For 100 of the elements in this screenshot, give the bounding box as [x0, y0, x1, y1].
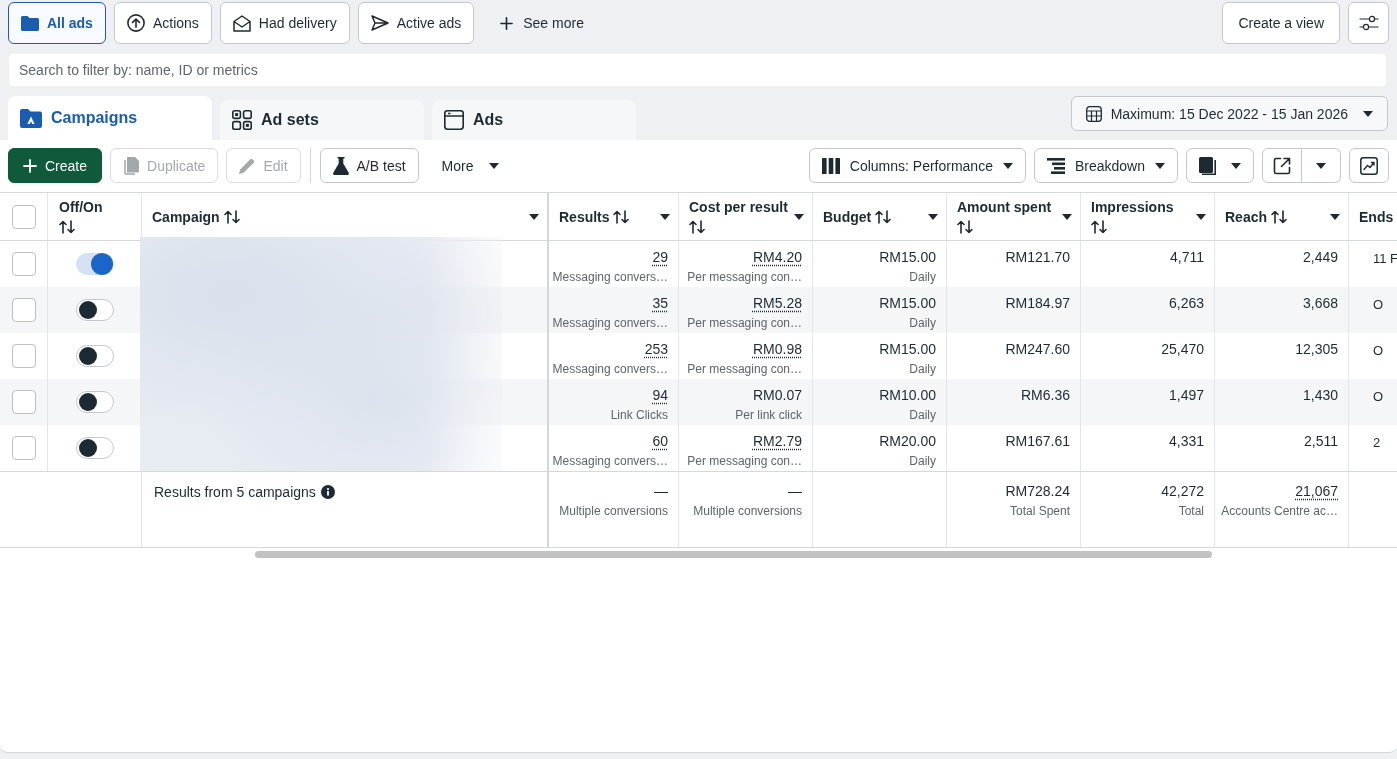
column-header[interactable]: Amount spent: [947, 193, 1081, 241]
see-more-button[interactable]: See more: [494, 2, 590, 44]
cell-caption: Total Spent: [1009, 503, 1070, 519]
cell-value: RM10.00: [879, 386, 936, 404]
tab[interactable]: Ad sets: [220, 100, 424, 140]
breakdown-button[interactable]: Breakdown: [1033, 148, 1178, 183]
search-field[interactable]: Search to filter by: name, ID or metrics: [9, 54, 1386, 86]
filter-button[interactable]: Active ads: [357, 2, 475, 44]
checkbox[interactable]: [11, 252, 36, 276]
cell-value: RM728.24: [1005, 482, 1070, 500]
cell-value: 4,711: [1170, 248, 1204, 266]
paper-plane-icon: [370, 15, 389, 31]
toggle-switch[interactable]: [75, 299, 114, 321]
toggle-switch[interactable]: [75, 391, 114, 413]
cell-value: 29: [652, 248, 668, 266]
sliders-icon: [1358, 15, 1379, 31]
checkbox[interactable]: [11, 344, 36, 368]
cell-caption: Daily: [909, 361, 936, 377]
caret-icon: [1002, 162, 1013, 169]
plus-icon: [500, 16, 514, 30]
caret-icon: [1196, 213, 1206, 220]
cell-caption: Messaging convers…: [552, 361, 668, 377]
filter-button[interactable]: Actions: [113, 2, 212, 44]
copy-icon: [123, 156, 140, 175]
caret-icon: [794, 213, 804, 220]
checkbox[interactable]: [11, 390, 36, 414]
pencil-icon: [239, 157, 256, 174]
column-header[interactable]: Results: [549, 193, 679, 241]
cell-value: 35: [652, 294, 668, 312]
cell-caption: Daily: [909, 269, 936, 285]
tab[interactable]: Campaigns: [8, 96, 212, 140]
cell-value: 42,272: [1161, 482, 1204, 500]
cell-value: RM20.00: [879, 432, 936, 450]
column-header[interactable]: Cost per result: [679, 193, 813, 241]
cell-text: O: [1373, 343, 1384, 358]
column-header[interactable]: Reach: [1215, 193, 1349, 241]
cell-value: —: [654, 482, 668, 500]
columns-button[interactable]: Columns: Performance: [808, 148, 1026, 183]
sort-icon: [957, 219, 973, 234]
ab-test-button[interactable]: A/B test: [319, 148, 419, 183]
caret-icon: [928, 213, 938, 220]
sort-icon: [613, 209, 630, 224]
cell-value: RM167.61: [1005, 432, 1070, 450]
caret-icon: [1155, 162, 1165, 169]
sort-icon: [1270, 209, 1287, 224]
cell-text: 11 F: [1373, 251, 1397, 266]
cell-caption: Total: [1178, 503, 1204, 519]
column-header[interactable]: Off/On: [48, 193, 142, 241]
flask-icon: [332, 156, 349, 175]
cell-text: 2: [1373, 435, 1381, 450]
sort-icon: [875, 209, 892, 224]
caret-icon: [1231, 162, 1241, 169]
cell-caption: Link Clicks: [610, 407, 668, 423]
info-icon: [320, 485, 335, 499]
export-button[interactable]: [1262, 148, 1302, 183]
caret-icon: [529, 213, 539, 220]
toggle-switch[interactable]: [75, 253, 114, 275]
cell-value: 2,449: [1302, 248, 1338, 266]
filter-button[interactable]: All ads: [8, 2, 106, 44]
create-button[interactable]: Create: [8, 148, 103, 183]
checkbox[interactable]: [11, 436, 36, 460]
column-header[interactable]: Impressions: [1081, 193, 1215, 241]
caret-icon: [660, 213, 670, 220]
chart-button[interactable]: [1349, 148, 1389, 183]
cell-value: RM15.00: [879, 248, 936, 266]
cell-caption: Per messaging con…: [687, 315, 802, 331]
sort-icon: [223, 209, 240, 224]
caret-icon: [489, 162, 500, 169]
cell-value: RM184.97: [1005, 294, 1070, 312]
cell-value: 4,331: [1168, 432, 1204, 450]
cell-value: 12,305: [1295, 340, 1338, 358]
filter-button[interactable]: Had delivery: [219, 2, 350, 44]
cell-caption: Multiple conversions: [693, 503, 802, 519]
sort-icon: [59, 219, 75, 234]
export-menu-button[interactable]: [1302, 148, 1341, 183]
date-range-button[interactable]: Maximum: 15 Dec 2022 - 15 Jan 2026: [1070, 96, 1388, 131]
plus-icon: [23, 158, 37, 173]
cell-caption: Messaging convers…: [552, 315, 668, 331]
column-header[interactable]: Budget: [813, 193, 947, 241]
tab[interactable]: Ads: [432, 100, 636, 140]
caret-icon: [1330, 213, 1340, 220]
arrow-up-circle-icon: [126, 14, 145, 32]
toggle-switch[interactable]: [75, 437, 114, 459]
settings-button[interactable]: [1348, 2, 1389, 44]
checkbox[interactable]: [11, 204, 36, 229]
calendar-icon: [1085, 105, 1102, 122]
cell-value: 60: [652, 432, 668, 450]
line-chart-icon: [1360, 156, 1378, 175]
create-view-button[interactable]: Create a view: [1222, 2, 1340, 44]
cell-value: 3,668: [1302, 294, 1338, 312]
cell-value: RM247.60: [1005, 340, 1070, 358]
cell-value: 1,497: [1168, 386, 1204, 404]
horizontal-scrollbar[interactable]: [255, 551, 1212, 558]
checkbox[interactable]: [11, 298, 36, 322]
more-button[interactable]: More: [426, 148, 515, 183]
caret-icon: [1062, 213, 1072, 220]
reports-button[interactable]: [1186, 148, 1254, 183]
toggle-switch[interactable]: [75, 345, 114, 367]
grid-icon: [232, 110, 252, 130]
cell-value: RM0.98: [752, 340, 802, 358]
